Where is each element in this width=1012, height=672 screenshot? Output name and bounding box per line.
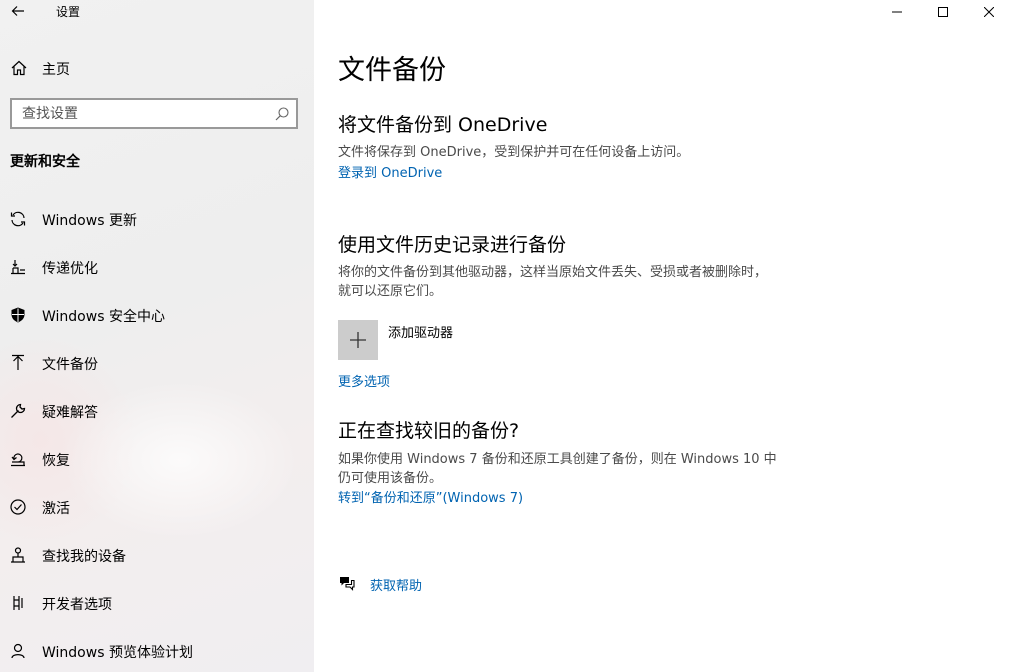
sidebar-item-activation[interactable]: 激活 bbox=[0, 484, 314, 532]
backup-restore-link[interactable]: 转到“备份和还原”(Windows 7) bbox=[338, 487, 523, 506]
home-icon bbox=[11, 60, 27, 76]
window-controls bbox=[874, 0, 1012, 24]
sidebar-item-label: 激活 bbox=[42, 501, 70, 517]
maximize-icon bbox=[938, 7, 948, 17]
sidebar-item-windows-insider[interactable]: Windows 预览体验计划 bbox=[0, 628, 314, 672]
title-bar-left: 设置 bbox=[0, 0, 314, 24]
sidebar-item-label: Windows 更新 bbox=[42, 213, 137, 229]
sidebar-item-label: Windows 预览体验计划 bbox=[42, 645, 193, 661]
sidebar-item-label: 传递优化 bbox=[42, 261, 98, 277]
wrench-icon bbox=[11, 403, 26, 418]
main-content: 文件备份 将文件备份到 OneDrive 文件将保存到 OneDrive，受到保… bbox=[314, 0, 1012, 672]
sidebar-item-find-my-device[interactable]: 查找我的设备 bbox=[0, 532, 314, 580]
search-box[interactable] bbox=[10, 98, 298, 129]
sidebar-item-label: 恢复 bbox=[42, 453, 70, 469]
minimize-icon bbox=[892, 11, 902, 13]
section-title: 更新和安全 bbox=[10, 154, 80, 170]
onedrive-description: 文件将保存到 OneDrive，受到保护并可在任何设备上访问。 bbox=[338, 145, 690, 160]
help-chat-icon bbox=[340, 577, 355, 591]
backup-arrow-icon bbox=[12, 354, 24, 370]
checkmark-circle-icon bbox=[10, 499, 26, 515]
onedrive-signin-link[interactable]: 登录到 OneDrive bbox=[338, 162, 442, 181]
back-button[interactable] bbox=[6, 0, 30, 22]
file-history-description: 将你的文件备份到其他驱动器，这样当原始文件丢失、受损或者被删除时，就可以还原它们… bbox=[338, 265, 768, 299]
sidebar-item-label: 查找我的设备 bbox=[42, 549, 126, 565]
close-icon bbox=[984, 7, 994, 17]
sidebar-item-home[interactable]: 主页 bbox=[0, 54, 314, 82]
get-help-link[interactable]: 获取帮助 bbox=[370, 575, 422, 594]
sidebar-item-delivery-optimization[interactable]: 传递优化 bbox=[0, 244, 314, 292]
add-drive-label[interactable]: 添加驱动器 bbox=[388, 322, 453, 341]
close-button[interactable] bbox=[966, 0, 1012, 24]
sidebar-item-windows-update[interactable]: Windows 更新 bbox=[0, 196, 314, 244]
older-backup-description: 如果你使用 Windows 7 备份和还原工具创建了备份，则在 Windows … bbox=[338, 452, 777, 486]
settings-sidebar: 设置 主页 更新和安全 Windows 更新 传递优化 bbox=[0, 0, 314, 672]
sidebar-item-home-label: 主页 bbox=[42, 62, 70, 78]
more-options-link[interactable]: 更多选项 bbox=[338, 371, 390, 390]
sidebar-item-recovery[interactable]: 恢复 bbox=[0, 436, 314, 484]
sidebar-nav: Windows 更新 传递优化 Windows 安全中心 文件备份 疑难解答 恢… bbox=[0, 196, 314, 672]
app-title: 设置 bbox=[56, 5, 81, 19]
sidebar-item-windows-security[interactable]: Windows 安全中心 bbox=[0, 292, 314, 340]
recovery-icon bbox=[11, 453, 25, 467]
sidebar-item-developer-options[interactable]: 开发者选项 bbox=[0, 580, 314, 628]
minimize-button[interactable] bbox=[874, 0, 920, 24]
sidebar-item-label: 开发者选项 bbox=[42, 597, 112, 613]
maximize-button[interactable] bbox=[920, 0, 966, 24]
sidebar-item-label: 疑难解答 bbox=[42, 405, 98, 421]
back-arrow-icon bbox=[11, 6, 24, 16]
insider-icon bbox=[11, 643, 25, 659]
search-input[interactable] bbox=[12, 100, 252, 127]
sidebar-item-troubleshoot[interactable]: 疑难解答 bbox=[0, 388, 314, 436]
sidebar-item-label: Windows 安全中心 bbox=[42, 309, 165, 325]
add-drive-button[interactable] bbox=[338, 320, 378, 360]
onedrive-heading: 将文件备份到 OneDrive bbox=[338, 114, 548, 136]
page-title: 文件备份 bbox=[338, 55, 446, 86]
plus-icon bbox=[350, 332, 366, 348]
sidebar-item-label: 文件备份 bbox=[42, 357, 98, 373]
sync-icon bbox=[10, 211, 26, 227]
file-history-heading: 使用文件历史记录进行备份 bbox=[338, 234, 567, 256]
older-backup-heading: 正在查找较旧的备份? bbox=[338, 420, 520, 442]
search-icon bbox=[275, 107, 289, 121]
sidebar-item-file-backup[interactable]: 文件备份 bbox=[0, 340, 314, 388]
find-device-icon bbox=[11, 547, 25, 563]
delivery-optimization-icon bbox=[11, 260, 25, 275]
developer-icon bbox=[13, 596, 23, 610]
shield-icon bbox=[11, 307, 25, 323]
